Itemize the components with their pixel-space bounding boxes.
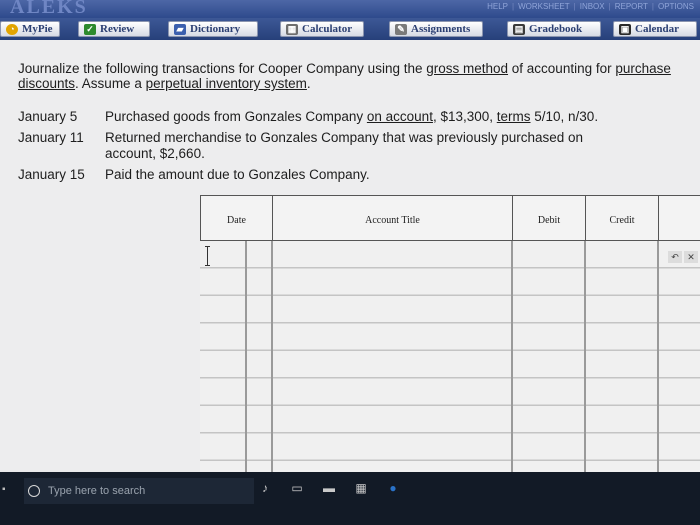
debit-column-header: Debit [513, 196, 586, 242]
account-title-column-header: Account Title [273, 196, 513, 242]
transaction-text: Purchased goods from Gonzales Company on… [105, 109, 599, 124]
gross-method-link[interactable]: gross method [426, 61, 508, 76]
transaction-date: January 11 [18, 130, 84, 145]
browser-icon[interactable]: ● [384, 480, 402, 496]
perpetual-inventory-link[interactable]: perpetual inventory system [146, 76, 307, 91]
cortana-icon [28, 485, 40, 497]
credit-column-header: Credit [586, 196, 659, 242]
book-icon: ▰ [174, 23, 186, 35]
journal-header: Date Account Title Debit Credit [200, 195, 700, 242]
options-link[interactable]: OPTIONS [658, 2, 694, 11]
top-header: ALEKS HELP | WORKSHEET | INBOX | REPORT … [0, 0, 700, 18]
date-column-header: Date [201, 196, 273, 242]
delete-row-icon[interactable]: ✕ [684, 251, 698, 263]
pencil-icon: ✎ [395, 23, 407, 35]
question-text: Journalize the following transactions fo… [18, 61, 671, 91]
undo-icon[interactable]: ↶ [668, 251, 682, 263]
store-icon[interactable]: ▦ [352, 480, 370, 496]
terms-link[interactable]: terms [497, 109, 531, 124]
text-cursor [205, 246, 210, 266]
task-view-icon[interactable]: ▭ [288, 480, 306, 496]
on-account-link[interactable]: on account [367, 109, 433, 124]
help-link[interactable]: HELP [487, 2, 508, 11]
search-placeholder: Type here to search [48, 485, 146, 497]
microphone-icon[interactable]: ♪ [256, 480, 274, 496]
tab-gradebook[interactable]: ▤ Gradebook [507, 21, 601, 37]
gradebook-icon: ▤ [513, 23, 525, 35]
tab-bar: ◔ MyPie ✓ Review ▰ Dictionary ▦ Calculat… [0, 18, 700, 40]
question-panel: Journalize the following transactions fo… [0, 40, 700, 475]
tab-calculator[interactable]: ▦ Calculator [280, 21, 364, 37]
taskbar-search[interactable]: Type here to search [24, 478, 254, 504]
top-links: HELP | WORKSHEET | INBOX | REPORT | OPTI… [487, 2, 694, 11]
checkmark-icon: ✓ [84, 23, 96, 35]
taskbar-icons: ♪ ▭ ▬ ▦ ● [256, 480, 402, 496]
row-action-icons: ↶ ✕ [668, 251, 698, 263]
tab-dictionary[interactable]: ▰ Dictionary [168, 21, 258, 37]
transaction-text: Returned merchandise to Gonzales Company… [105, 130, 584, 161]
aleks-logo: ALEKS [10, 0, 88, 18]
tab-review[interactable]: ✓ Review [78, 21, 150, 37]
journal-rows[interactable] [200, 241, 700, 475]
file-explorer-icon[interactable]: ▬ [320, 480, 338, 496]
report-link[interactable]: REPORT [615, 2, 648, 11]
tab-assignments[interactable]: ✎ Assignments [389, 21, 483, 37]
calculator-icon: ▦ [286, 23, 298, 35]
calendar-icon: ▣ [619, 23, 631, 35]
worksheet-link[interactable]: WORKSHEET [518, 2, 570, 11]
windows-start-icon[interactable]: ▪ [2, 484, 6, 495]
tab-mypie[interactable]: ◔ MyPie [0, 21, 60, 37]
pie-chart-icon: ◔ [6, 23, 18, 35]
transaction-date: January 15 [18, 167, 85, 182]
tab-calendar[interactable]: ▣ Calendar [613, 21, 697, 37]
taskbar: ▪ Type here to search ♪ ▭ ▬ ▦ ● [0, 472, 700, 525]
transaction-text: Paid the amount due to Gonzales Company. [105, 167, 370, 182]
transaction-date: January 5 [18, 109, 78, 124]
inbox-link[interactable]: INBOX [580, 2, 605, 11]
journal-table: Date Account Title Debit Credit [200, 195, 700, 475]
